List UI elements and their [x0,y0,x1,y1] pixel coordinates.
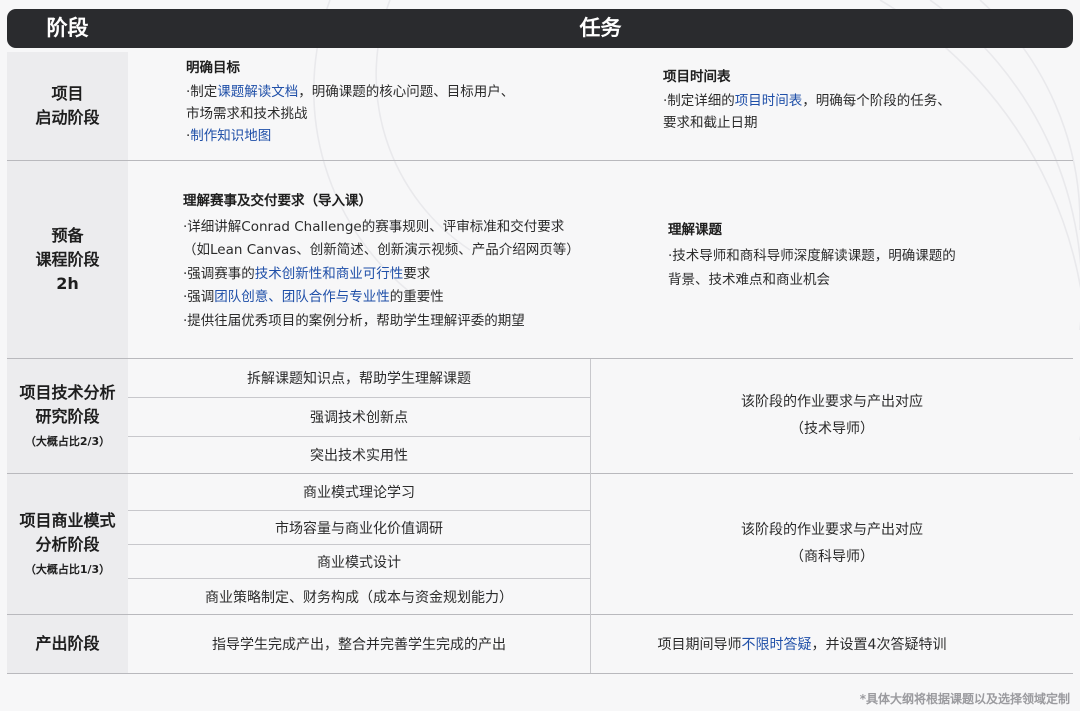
tech-item: 突出技术实用性 [310,448,408,464]
row-divider [7,673,1073,674]
prep-topic-line: 背景、技术难点和商业机会 [668,272,830,288]
phase-label-line: 课程阶段 [35,249,100,269]
table-header: 阶段 任务 [7,9,1073,48]
phase-label-line: 分析阶段 [35,535,100,554]
footnote: *具体大纲将根据课题以及选择领域定制 [859,692,1070,706]
prep-req-line: ·详细讲解Conrad Challenge的赛事规则、评审标准和交付要求 [183,218,565,235]
prep-req-line: ·提供往届优秀项目的案例分析，帮助学生理解评委的期望 [183,312,525,329]
phase-label-line: 项目商业模式 [19,511,116,530]
tech-output-line: （技术导师） [790,421,874,437]
biz-output-note: 该阶段的作业要求与产出对应 （商科导师） [591,474,1073,614]
phase-label-output: 产出阶段 [7,615,128,673]
start-timeline-title: 项目时间表 [663,69,731,85]
phase-label-biz: 项目商业模式 分析阶段 （大概占比1/3） [7,474,128,614]
phase-label-line: 研究阶段 [35,407,100,426]
start-goal-line: ·制定课题解读文档，明确课题的核心问题、目标用户、 [186,84,515,100]
prep-req-line: ·强调赛事的技术创新性和商业可行性要求 [183,265,431,282]
tech-output-line: 该阶段的作业要求与产出对应 [741,394,923,410]
header-task: 任务 [579,16,622,40]
row-divider [7,160,1073,161]
output-task: 指导学生完成产出，整合并完善学生完成的产出 [212,637,506,653]
output-qa: 项目期间导师 不限时答疑 ，并设置4次答疑特训 [657,637,947,653]
phase-label-line: 项目技术分析 [19,383,116,402]
phase-label-ratio: （大概占比1/3） [24,563,111,576]
phase-label-tech: 项目技术分析 研究阶段 （大概占比2/3） [7,359,128,473]
prep-topic-line: ·技术导师和商科导师深度解读课题，明确课题的 [668,248,956,264]
phase-label-line: 项目 [51,84,84,103]
phase-label-line: 2h [56,273,79,293]
prep-topic-title: 理解课题 [668,222,722,238]
start-goal-block: 明确目标 ·制定课题解读文档，明确课题的核心问题、目标用户、 市场需求和技术挑战… [186,57,586,147]
column-divider [590,359,591,673]
prep-requirements-title: 理解赛事及交付要求（导入课） [183,193,372,209]
biz-item: 商业模式设计 [317,554,401,571]
phase-label-prep: 预备 课程阶段 2h [7,161,128,358]
prep-req-line: （如Lean Canvas、创新简述、创新演示视频、产品介绍网页等） [183,242,580,258]
biz-output-line: 该阶段的作业要求与产出对应 [741,522,923,538]
prep-req-line: ·强调团队创意、团队合作与专业性的重要性 [183,289,444,305]
start-timeline-line: ·制定详细的项目时间表，明确每个阶段的任务、 [663,93,951,109]
phase-label-start: 项目 启动阶段 [7,52,128,160]
phase-label-line: 产出阶段 [35,634,100,653]
start-timeline-line: 要求和截止日期 [663,115,758,131]
tech-item: 强调技术创新点 [310,410,408,426]
phase-label-line: 预备 [51,225,84,245]
phase-label-line: 启动阶段 [35,108,100,127]
header-phase: 阶段 [46,16,89,40]
biz-item: 市场容量与商业化价值调研 [275,520,443,537]
tech-output-note: 该阶段的作业要求与产出对应 （技术导师） [591,359,1073,473]
start-goal-title: 明确目标 [186,60,240,76]
prep-requirements-block: 理解赛事及交付要求（导入课） ·详细讲解Conrad Challenge的赛事规… [183,190,653,333]
start-goal-line: ·制作知识地图 [186,128,272,144]
prep-topic-block: 理解课题 ·技术导师和商科导师深度解读课题，明确课题的 背景、技术难点和商业机会 [668,218,1048,292]
phase-label-ratio: （大概占比2/3） [24,435,111,448]
start-goal-line: 市场需求和技术挑战 [186,106,308,122]
start-timeline-block: 项目时间表 ·制定详细的项目时间表，明确每个阶段的任务、 要求和截止日期 [663,66,1043,134]
tech-item: 拆解课题知识点，帮助学生理解课题 [247,371,471,387]
biz-item: 商业策略制定、财务构成（成本与资金规划能力） [205,589,513,606]
biz-item: 商业模式理论学习 [303,485,415,501]
biz-output-line: （商科导师） [790,549,874,565]
